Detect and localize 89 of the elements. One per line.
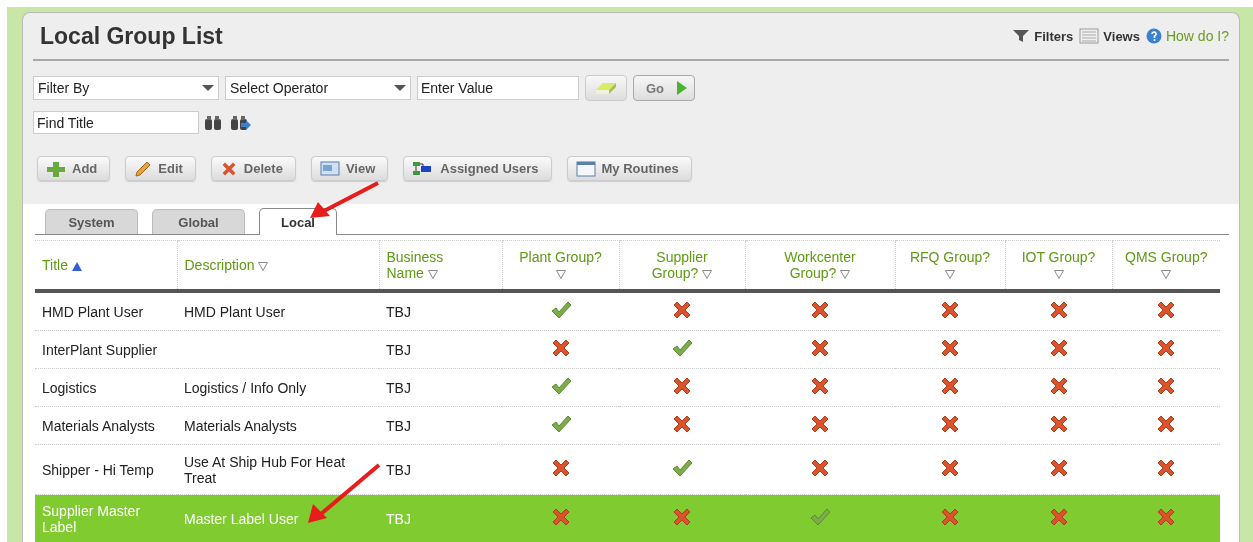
add-button[interactable]: Add bbox=[37, 156, 111, 181]
tab[interactable]: Local bbox=[259, 208, 337, 235]
go-button[interactable]: Go bbox=[633, 75, 695, 101]
caret-icon bbox=[202, 85, 214, 91]
table-cell: TBJ bbox=[386, 379, 411, 396]
table-cell: Materials Analysts bbox=[42, 417, 155, 434]
list-icon bbox=[1079, 28, 1100, 44]
cross-icon bbox=[1048, 300, 1069, 320]
table-row[interactable]: InterPlant Supplier TBJ bbox=[35, 330, 1220, 369]
cross-icon bbox=[550, 458, 571, 478]
routines-button[interactable]: My Routines bbox=[566, 156, 692, 181]
binoculars-arrow-icon[interactable] bbox=[229, 113, 251, 132]
table-cell: TBJ bbox=[386, 461, 411, 478]
table-cell: Use At Ship Hub For Heat Treat bbox=[184, 453, 346, 486]
table-cell: TBJ bbox=[386, 417, 411, 434]
table-cell: Logistics bbox=[42, 379, 97, 396]
users-button[interactable]: Assigned Users bbox=[403, 156, 552, 181]
cross-icon bbox=[1048, 376, 1069, 396]
cross-icon bbox=[810, 300, 830, 320]
cross-icon bbox=[1156, 376, 1176, 396]
filter-by-select[interactable]: Filter By bbox=[33, 76, 219, 100]
table-cell: InterPlant Supplier bbox=[42, 341, 158, 358]
view-button[interactable]: View bbox=[310, 156, 389, 181]
edit-button[interactable]: Edit bbox=[125, 156, 196, 181]
table-cell: TBJ bbox=[386, 303, 411, 320]
cross-icon bbox=[672, 300, 692, 320]
cross-icon bbox=[550, 507, 571, 527]
cross-icon bbox=[1156, 300, 1176, 320]
funnel-icon bbox=[1012, 29, 1031, 43]
screen-icon bbox=[319, 160, 340, 177]
cross-icon bbox=[810, 338, 830, 358]
table-row[interactable]: Materials Analysts Materials Analysts TBJ bbox=[35, 406, 1220, 445]
column-header[interactable]: Description bbox=[184, 257, 269, 273]
table-cell: HMD Plant User bbox=[42, 303, 144, 320]
cross-icon bbox=[940, 300, 960, 320]
cross-icon bbox=[940, 507, 960, 527]
table-cell: Logistics / Info Only bbox=[184, 379, 307, 396]
column-header[interactable]: Title bbox=[42, 257, 82, 273]
table-cell: Master Label User bbox=[184, 510, 299, 527]
cross-icon bbox=[940, 414, 960, 434]
play-icon bbox=[676, 80, 688, 96]
window-icon bbox=[575, 160, 596, 177]
check-icon bbox=[809, 507, 831, 527]
plus-icon bbox=[46, 160, 66, 177]
cross-icon bbox=[672, 507, 692, 527]
cross-icon bbox=[1156, 458, 1176, 478]
cross-icon bbox=[1048, 507, 1069, 527]
cross-icon bbox=[940, 338, 960, 358]
value-field[interactable]: Enter Value bbox=[417, 76, 579, 100]
table-row[interactable]: Logistics Logistics / Info Only TBJ bbox=[35, 368, 1220, 407]
cross-icon bbox=[810, 414, 830, 434]
cross-icon bbox=[1156, 414, 1176, 434]
page-title: Local Group List bbox=[40, 22, 223, 50]
cross-icon bbox=[1048, 458, 1069, 478]
cross-icon bbox=[1156, 507, 1176, 527]
table-row[interactable]: HMD Plant User HMD Plant User TBJ bbox=[35, 291, 1220, 331]
table-cell: Shipper - Hi Temp bbox=[42, 461, 154, 478]
delete-button[interactable]: Delete bbox=[210, 156, 296, 181]
cross-icon bbox=[672, 376, 692, 396]
table-cell: Supplier Master Label bbox=[42, 502, 141, 535]
caret-icon bbox=[394, 85, 406, 91]
views-link[interactable]: Views bbox=[1079, 28, 1140, 44]
cross-icon bbox=[1048, 338, 1069, 358]
cross-icon bbox=[550, 338, 571, 358]
table-cell: TBJ bbox=[386, 341, 411, 358]
table-cell: Materials Analysts bbox=[184, 417, 297, 434]
eraser-icon bbox=[595, 81, 617, 95]
help-icon bbox=[1145, 28, 1162, 44]
tab[interactable]: Global bbox=[152, 209, 245, 234]
filters-link[interactable]: Filters bbox=[1012, 28, 1074, 44]
cross-icon bbox=[940, 376, 960, 396]
table-cell: TBJ bbox=[386, 510, 411, 527]
operator-select[interactable]: Select Operator bbox=[225, 76, 411, 100]
find-title-field[interactable]: Find Title bbox=[33, 111, 199, 134]
help-link[interactable]: How do I? bbox=[1145, 28, 1229, 44]
pencil-icon bbox=[134, 160, 153, 177]
check-icon bbox=[549, 414, 572, 434]
cross-icon bbox=[1048, 414, 1069, 434]
table-cell: HMD Plant User bbox=[184, 303, 286, 320]
cross-icon bbox=[672, 414, 692, 434]
check-icon bbox=[549, 300, 572, 320]
cross-icon bbox=[1156, 338, 1176, 358]
check-icon bbox=[671, 338, 693, 358]
cross-icon bbox=[810, 458, 830, 478]
cross-icon bbox=[940, 458, 960, 478]
cross-icon bbox=[810, 376, 830, 396]
check-icon bbox=[671, 458, 693, 478]
check-icon bbox=[549, 376, 572, 396]
tab[interactable]: System bbox=[45, 209, 138, 234]
